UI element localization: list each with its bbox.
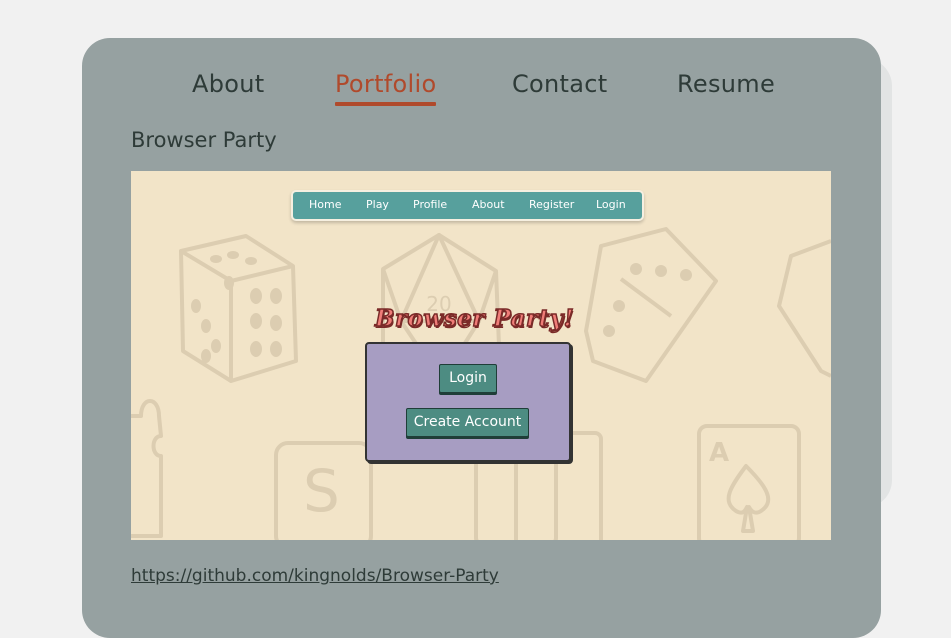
preview-nav-play[interactable]: Play	[366, 198, 389, 211]
puzzle-piece-icon	[131, 399, 163, 538]
card-letter: A	[709, 438, 729, 468]
project-title: Browser Party	[131, 128, 277, 152]
nav-about[interactable]: About	[192, 70, 264, 98]
nav-portfolio[interactable]: Portfolio	[335, 70, 437, 106]
login-panel: Login Create Account	[365, 342, 571, 462]
browser-party-logo: Browser Party!	[374, 304, 575, 333]
preview-nav-about[interactable]: About	[472, 198, 505, 211]
nav-resume[interactable]: Resume	[677, 70, 775, 98]
preview-nav-login[interactable]: Login	[596, 198, 626, 211]
create-account-button[interactable]: Create Account	[406, 408, 529, 437]
nav-contact[interactable]: Contact	[512, 70, 607, 98]
github-link[interactable]: https://github.com/kingnolds/Browser-Par…	[131, 566, 499, 586]
preview-nav-home[interactable]: Home	[309, 198, 341, 211]
preview-nav: Home Play Profile About Register Login	[291, 190, 644, 221]
main-nav: About Portfolio Contact Resume	[0, 70, 951, 110]
tile-letter: S	[303, 457, 340, 525]
preview-nav-profile[interactable]: Profile	[413, 198, 447, 211]
preview-nav-register[interactable]: Register	[529, 198, 574, 211]
domino-icon	[584, 227, 718, 383]
game-piece-icon	[777, 239, 831, 378]
login-button[interactable]: Login	[439, 364, 497, 393]
project-preview-image[interactable]: 20 S A Home Play Profile About Register …	[131, 171, 831, 540]
